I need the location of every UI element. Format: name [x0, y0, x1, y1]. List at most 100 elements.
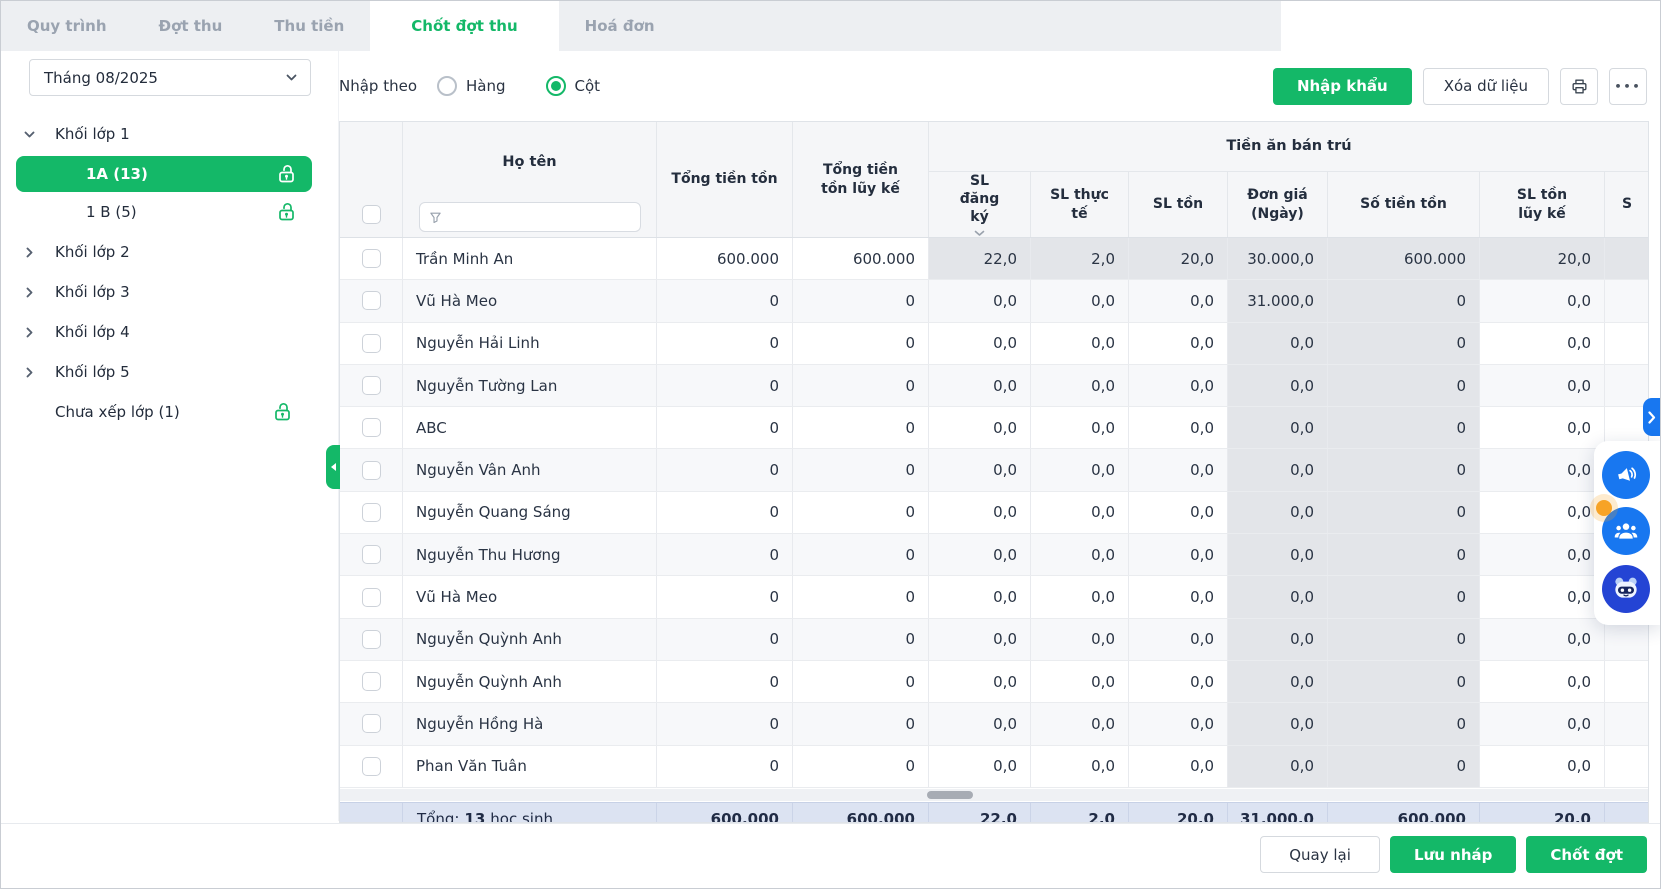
value-cell[interactable]: 0,0	[929, 534, 1031, 576]
row-checkbox[interactable]	[361, 249, 381, 269]
value-cell[interactable]: 0,0	[1480, 745, 1605, 787]
community-button[interactable]	[1602, 507, 1650, 555]
value-cell[interactable]: 0,0	[929, 407, 1031, 449]
value-cell[interactable]: 0,0	[1129, 703, 1228, 745]
value-cell[interactable]	[1605, 661, 1648, 702]
value-cell[interactable]: 0,0	[929, 618, 1031, 660]
horizontal-scrollbar-track[interactable]	[340, 788, 1648, 801]
value-cell[interactable]: 0,0	[1480, 364, 1605, 407]
value-cell[interactable]	[1605, 280, 1648, 321]
row-checkbox[interactable]	[361, 587, 381, 607]
value-cell[interactable]: 0,0	[1129, 491, 1228, 534]
value-cell[interactable]: 0,0	[1129, 280, 1228, 322]
row-checkbox[interactable]	[361, 460, 381, 480]
row-checkbox[interactable]	[361, 502, 381, 522]
value-cell[interactable]: 0,0	[1031, 618, 1129, 660]
row-checkbox[interactable]	[361, 545, 381, 565]
value-cell[interactable]: 0,0	[929, 576, 1031, 618]
value-cell[interactable]: 0,0	[1031, 491, 1129, 534]
value-cell[interactable]: 0,0	[1031, 745, 1129, 787]
value-cell[interactable]	[1605, 746, 1648, 787]
sidebar-group-khoi-lop-5[interactable]: Khối lớp 5	[1, 352, 338, 392]
row-checkbox[interactable]	[361, 291, 381, 311]
sidebar-group-khoi-lop-2[interactable]: Khối lớp 2	[1, 232, 338, 272]
sidebar-item-chua-xep-lop[interactable]: Chưa xếp lớp (1)	[1, 392, 338, 432]
sidebar-group-khoi-lop-4[interactable]: Khối lớp 4	[1, 312, 338, 352]
row-checkbox[interactable]	[361, 629, 381, 649]
row-checkbox[interactable]	[361, 333, 381, 353]
import-button[interactable]: Nhập khẩu	[1272, 67, 1412, 105]
value-cell[interactable]: 0,0	[1129, 322, 1228, 364]
value-cell[interactable]: 0,0	[1480, 660, 1605, 703]
value-cell[interactable]: 0,0	[929, 449, 1031, 491]
value-cell[interactable]: 0,0	[1031, 660, 1129, 703]
value-cell[interactable]: 0,0	[1031, 449, 1129, 491]
sidebar-item-1b[interactable]: 1 B (5)	[16, 194, 312, 230]
value-cell[interactable]: 0,0	[1031, 280, 1129, 322]
assistant-mascot-button[interactable]	[1602, 565, 1650, 613]
value-cell[interactable]: 0,0	[1129, 660, 1228, 703]
col-sl-dang-ky[interactable]: SL đăng ký	[929, 172, 1031, 237]
value-cell[interactable]: 0,0	[1031, 364, 1129, 407]
value-cell[interactable]: 0,0	[1480, 280, 1605, 322]
value-cell[interactable]: 0,0	[1480, 576, 1605, 618]
finalize-button[interactable]: Chốt đợt	[1526, 836, 1647, 873]
value-cell[interactable]: 0,0	[1480, 322, 1605, 364]
select-all-checkbox[interactable]	[361, 205, 381, 224]
row-checkbox[interactable]	[361, 714, 381, 734]
value-cell[interactable]: 0,0	[1480, 703, 1605, 745]
value-cell[interactable]: 0,0	[1129, 364, 1228, 407]
save-draft-button[interactable]: Lưu nháp	[1390, 836, 1517, 873]
value-cell[interactable]: 0,0	[1031, 322, 1129, 364]
panel-expand-tab[interactable]	[1643, 398, 1660, 436]
horizontal-scrollbar-thumb[interactable]	[927, 790, 973, 799]
row-checkbox[interactable]	[361, 418, 381, 438]
tab-hoa-don[interactable]: Hoá đơn	[559, 1, 681, 51]
sidebar-collapse-handle[interactable]	[326, 445, 340, 489]
value-cell[interactable]: 0,0	[1129, 449, 1228, 491]
more-button[interactable]: •••	[1609, 67, 1647, 105]
row-checkbox[interactable]	[361, 376, 381, 396]
value-cell[interactable]: 0,0	[929, 364, 1031, 407]
value-cell[interactable]: 0,0	[1480, 534, 1605, 576]
back-button[interactable]: Quay lại	[1260, 836, 1381, 873]
value-cell[interactable]	[1605, 703, 1648, 744]
tab-chot-dot-thu[interactable]: Chốt đợt thu	[370, 1, 559, 51]
value-cell[interactable]: 0,0	[1129, 407, 1228, 449]
tab-dot-thu[interactable]: Đợt thu	[133, 1, 249, 51]
value-cell[interactable]: 0,0	[1031, 534, 1129, 576]
row-checkbox[interactable]	[361, 756, 381, 776]
tab-thu-tien[interactable]: Thu tiền	[248, 1, 370, 51]
sidebar-group-khoi-lop-3[interactable]: Khối lớp 3	[1, 272, 338, 312]
value-cell[interactable]: 0,0	[929, 703, 1031, 745]
value-cell[interactable]: 0,0	[1129, 618, 1228, 660]
value-cell[interactable]: 0,0	[1129, 745, 1228, 787]
value-cell[interactable]: 0,0	[1031, 407, 1129, 449]
radio-row[interactable]: Hàng	[437, 76, 506, 96]
value-cell[interactable]: 0,0	[1129, 534, 1228, 576]
value-cell[interactable]: 0,0	[1031, 576, 1129, 618]
value-cell[interactable]: 0,0	[1480, 407, 1605, 449]
sidebar-item-1a[interactable]: 1A (13)	[16, 156, 312, 192]
radio-column[interactable]: Cột	[545, 76, 600, 96]
value-cell[interactable]: 0,0	[929, 745, 1031, 787]
value-cell[interactable]: 0,0	[1129, 576, 1228, 618]
value-cell[interactable]	[1605, 365, 1648, 406]
clear-data-button[interactable]: Xóa dữ liệu	[1422, 67, 1549, 105]
value-cell[interactable]: 0,0	[929, 280, 1031, 322]
value-cell[interactable]: 0,0	[1480, 491, 1605, 534]
value-cell[interactable]: 0,0	[1480, 449, 1605, 491]
print-button[interactable]	[1560, 67, 1598, 105]
row-checkbox[interactable]	[361, 672, 381, 692]
value-cell[interactable]: 0,0	[929, 322, 1031, 364]
announcement-button[interactable]	[1602, 451, 1650, 499]
value-cell[interactable]	[1605, 323, 1648, 364]
name-filter-input[interactable]	[418, 202, 641, 232]
value-cell[interactable]: 0,0	[1031, 703, 1129, 745]
tab-quy-trinh[interactable]: Quy trình	[1, 1, 133, 51]
value-cell[interactable]: 0,0	[929, 660, 1031, 703]
value-cell[interactable]: 0,0	[1480, 618, 1605, 660]
sidebar-group-khoi-lop-1[interactable]: Khối lớp 1	[1, 114, 338, 154]
month-select[interactable]: Tháng 08/2025	[29, 59, 311, 96]
value-cell[interactable]: 0,0	[929, 491, 1031, 534]
